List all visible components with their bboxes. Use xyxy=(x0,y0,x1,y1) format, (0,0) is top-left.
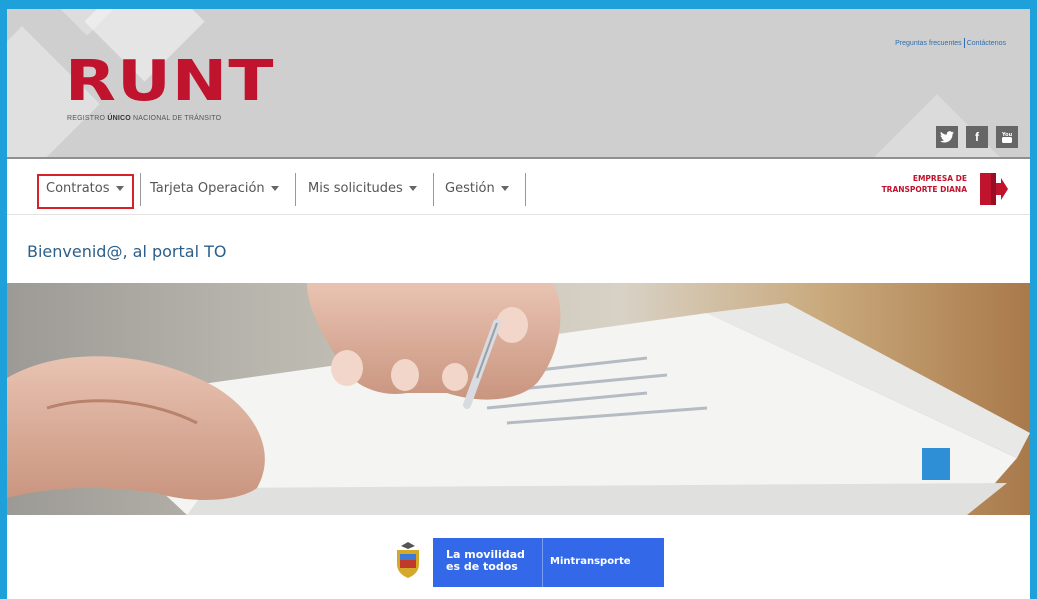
company-line-2: TRANSPORTE DIANA xyxy=(881,185,967,194)
nav-label: Contratos xyxy=(46,181,110,196)
hero-image xyxy=(7,283,1030,515)
company-name: EMPRESA DE TRANSPORTE DIANA xyxy=(882,173,967,195)
logout-door-icon[interactable] xyxy=(980,173,1008,205)
slogan: La movilidad es de todos xyxy=(446,549,525,573)
facebook-icon[interactable]: f xyxy=(966,126,988,148)
page-title: Bienvenid@, al portal TO xyxy=(27,242,227,261)
youtube-icon[interactable]: You xyxy=(996,126,1018,148)
ministry-name: Mintransporte xyxy=(550,556,631,567)
chevron-down-icon xyxy=(500,186,509,191)
coat-of-arms-icon xyxy=(383,538,433,587)
nav-label: Mis solicitudes xyxy=(308,181,403,196)
twitter-icon[interactable] xyxy=(936,126,958,148)
header-banner: RUNT REGISTRO ÚNICO NACIONAL DE TRÁNSITO… xyxy=(7,9,1030,157)
nav-divider xyxy=(525,173,526,206)
nav-divider xyxy=(433,173,434,206)
logo-separator xyxy=(542,538,543,587)
nav-label: Gestión xyxy=(445,181,495,196)
company-line-1: EMPRESA DE xyxy=(912,174,967,183)
page: RUNT REGISTRO ÚNICO NACIONAL DE TRÁNSITO… xyxy=(7,9,1030,599)
logo-wordmark: RUNT xyxy=(65,49,275,114)
nav-gestion[interactable]: Gestión xyxy=(445,173,509,205)
chevron-down-icon xyxy=(408,186,417,191)
nav-label: Tarjeta Operación xyxy=(150,181,265,196)
logo-subtitle: REGISTRO ÚNICO NACIONAL DE TRÁNSITO xyxy=(67,115,222,122)
top-links: Preguntas frecuentes Contáctenos xyxy=(895,38,1006,48)
link-faq[interactable]: Preguntas frecuentes xyxy=(895,40,962,47)
main-navbar: Contratos Tarjeta Operación Mis solicitu… xyxy=(7,159,1030,215)
nav-tarjeta-operacion[interactable]: Tarjeta Operación xyxy=(150,173,279,205)
link-contact[interactable]: Contáctenos xyxy=(967,40,1006,47)
nav-mis-solicitudes[interactable]: Mis solicitudes xyxy=(308,173,417,205)
slogan-line-2: es de todos xyxy=(446,560,518,573)
chevron-down-icon xyxy=(270,186,279,191)
nav-divider xyxy=(295,173,296,206)
nav-contratos[interactable]: Contratos xyxy=(46,173,124,205)
link-separator xyxy=(963,38,965,48)
nav-divider xyxy=(140,173,141,206)
mintransporte-logo: La movilidad es de todos Mintransporte xyxy=(383,538,664,587)
chevron-down-icon xyxy=(115,186,124,191)
